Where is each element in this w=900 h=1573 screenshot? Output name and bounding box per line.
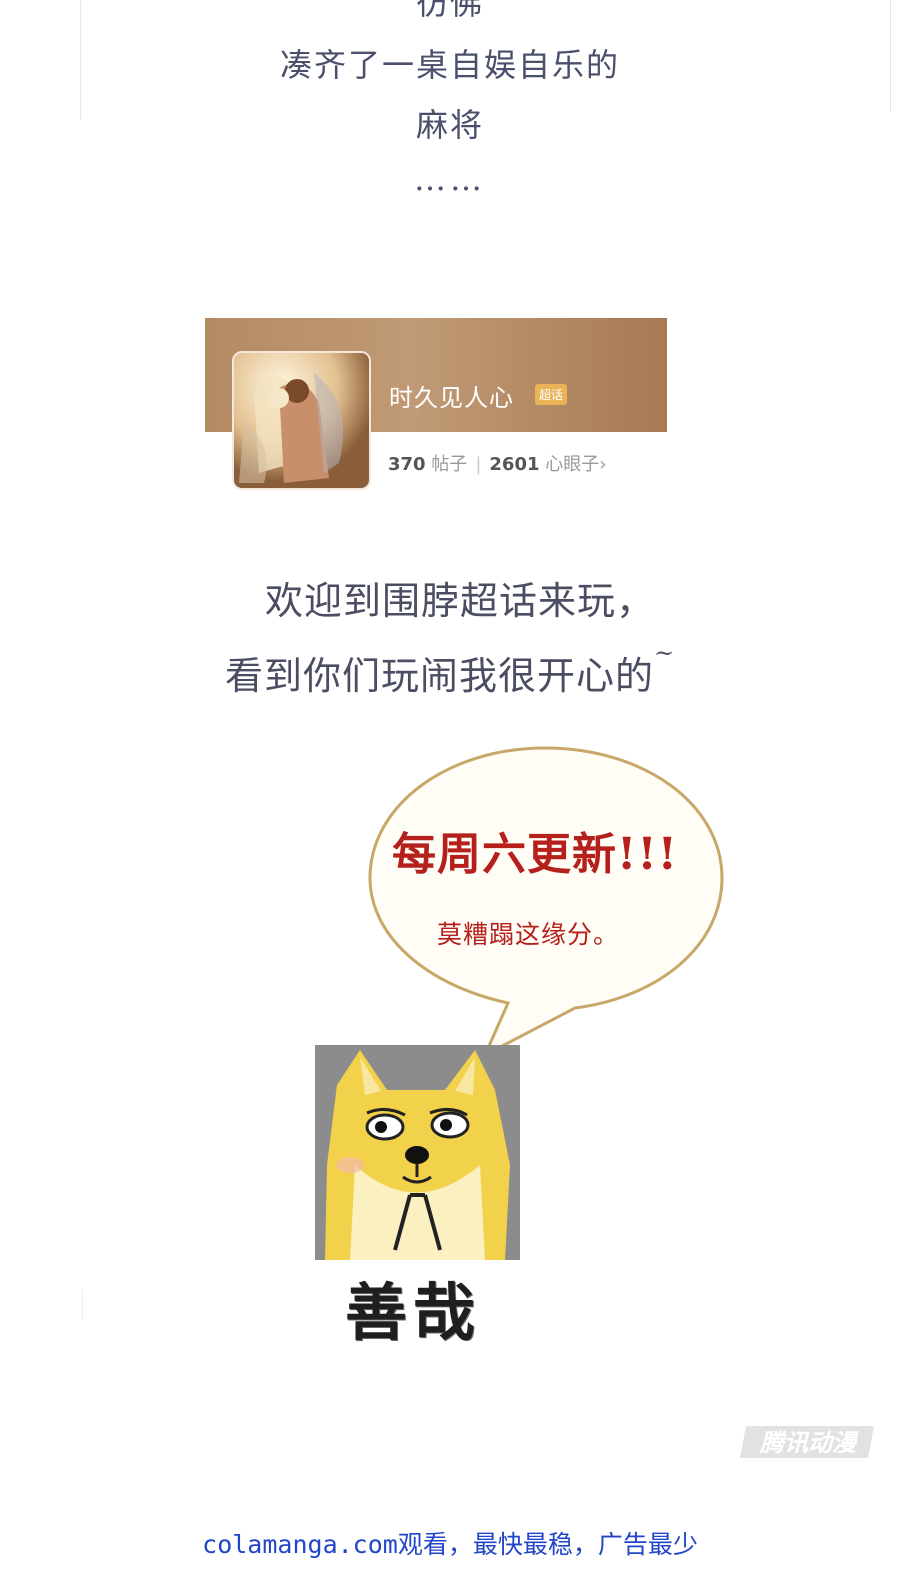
left-border-line-lower bbox=[82, 1290, 83, 1320]
posts-count: 370 bbox=[388, 454, 426, 475]
speech-bubble bbox=[368, 746, 724, 1059]
fans-label: 心眼子 bbox=[545, 454, 600, 475]
welcome-line-2: 看到你们玩闹我很开心的~ bbox=[0, 639, 900, 700]
topic-title: 时久见人心 bbox=[389, 384, 514, 412]
fans-count: 2601 bbox=[489, 454, 540, 475]
poem-ellipsis: …… bbox=[414, 160, 486, 198]
topic-stats: 370 帖子 | 2601 心眼子› bbox=[388, 450, 606, 476]
poem-line-0: 彷佛 bbox=[415, 0, 484, 22]
update-schedule-text: 每周六更新!!! bbox=[392, 829, 678, 880]
super-topic-card[interactable]: 时久见人心 超话 370 帖子 | 2601 心眼子› bbox=[205, 318, 667, 493]
bubble-subtext: 莫糟蹋这缘分。 bbox=[437, 920, 620, 949]
posts-label: 帖子 bbox=[431, 454, 468, 475]
svg-text:腾讯动漫: 腾讯动漫 bbox=[759, 1429, 859, 1457]
super-topic-badge: 超话 bbox=[535, 384, 568, 405]
chevron-right-icon: › bbox=[599, 454, 607, 475]
poem-line-2: 麻将 bbox=[415, 106, 484, 144]
poem-line-1: 凑齐了一桌自娱自乐的 bbox=[279, 46, 620, 84]
meme-caption: 善哉 bbox=[345, 1276, 482, 1349]
doge-meme-image bbox=[315, 1045, 520, 1260]
stats-divider: | bbox=[475, 454, 482, 475]
tilde-mark: ~ bbox=[653, 639, 676, 667]
welcome-line-1: 欢迎到围脖超话来玩， bbox=[264, 579, 655, 623]
site-footer-link[interactable]: colamanga.com观看，最快最稳，广告最少 bbox=[0, 1525, 900, 1561]
tencent-comic-watermark-logo: 腾讯动漫 bbox=[740, 1426, 874, 1458]
topic-cover-image bbox=[232, 351, 371, 490]
welcome-line-2-text: 看到你们玩闹我很开心的 bbox=[224, 654, 654, 698]
